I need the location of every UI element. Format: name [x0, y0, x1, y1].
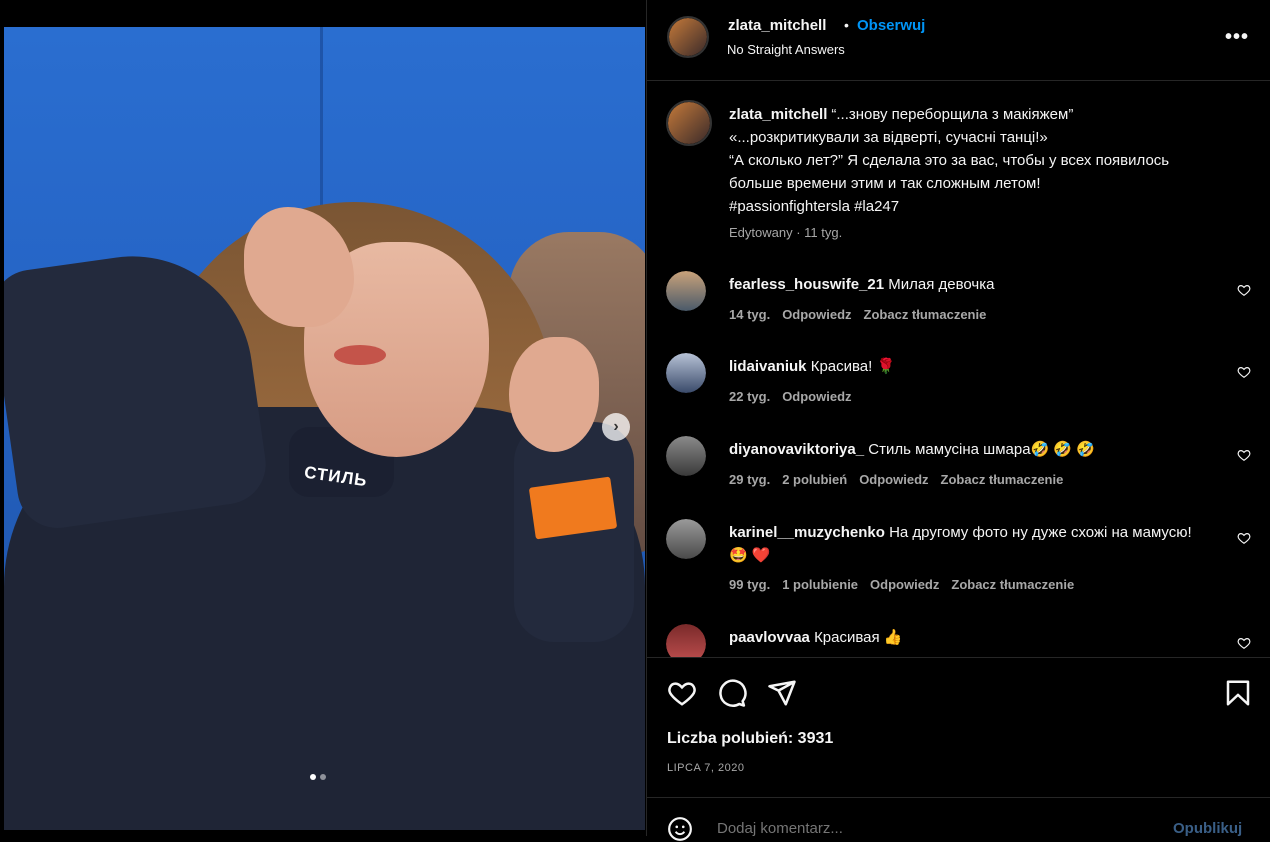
comment-text: Стиль мамусіна шмара🤣 🤣 🤣 — [868, 441, 1095, 458]
comment-avatar[interactable] — [666, 271, 706, 311]
more-icon[interactable]: ••• — [1225, 26, 1249, 49]
comment-username[interactable]: fearless_houswife_21 — [729, 276, 884, 293]
heart-icon[interactable] — [667, 678, 697, 708]
heart-icon[interactable] — [1237, 283, 1251, 297]
post-actions: Liczba polubień: 3931 LIPCA 7, 2020 — [647, 657, 1270, 798]
reply-button[interactable]: Odpowiedz — [859, 472, 928, 487]
comment-time: 14 tyg. — [729, 307, 771, 322]
post-panel: zlata_mitchell • Obserwuj No Straight An… — [646, 0, 1270, 841]
share-icon[interactable] — [767, 678, 797, 708]
carousel-indicator — [310, 774, 326, 780]
comment-username[interactable]: lidaivaniuk — [729, 358, 807, 375]
comment-likes[interactable]: 1 polubienie — [782, 577, 858, 592]
separator-dot: • — [844, 17, 849, 33]
comment-username[interactable]: diyanovaviktoriya_ — [729, 441, 864, 458]
comment-time: 99 tyg. — [729, 577, 771, 592]
comment-avatar[interactable] — [666, 353, 706, 393]
caption-line: «...розкритикували за відверті, сучасні … — [729, 129, 1048, 146]
audio-subtitle[interactable]: No Straight Answers — [727, 42, 845, 57]
caption-line: больше времени этим и так сложным летом! — [729, 175, 1041, 192]
publish-button[interactable]: Opublikuj — [1173, 820, 1242, 837]
translate-button[interactable]: Zobacz tłumaczenie — [864, 307, 987, 322]
comment-text: Красивая 👍 — [814, 629, 903, 646]
comment-username[interactable]: karinel__muzychenko — [729, 524, 885, 541]
comment-text: Красива! 🌹 — [810, 358, 896, 375]
comment-icon[interactable] — [717, 678, 747, 708]
post-header: zlata_mitchell • Obserwuj No Straight An… — [647, 0, 1270, 81]
comment-input[interactable] — [717, 820, 1117, 837]
reply-button[interactable]: Odpowiedz — [870, 577, 939, 592]
post-date: LIPCA 7, 2020 — [667, 762, 745, 774]
lips-shape — [334, 345, 386, 365]
caption-line: “А сколько лет?” Я сделала это за вас, ч… — [729, 152, 1170, 169]
comment-avatar[interactable] — [666, 519, 706, 559]
carousel-next-button[interactable]: › — [602, 413, 630, 441]
add-comment-bar: Opublikuj — [647, 797, 1270, 841]
caption-avatar[interactable] — [666, 100, 712, 146]
comment-likes[interactable]: 2 polubień — [782, 472, 847, 487]
heart-icon[interactable] — [1237, 365, 1251, 379]
comment-time: 29 tyg. — [729, 472, 771, 487]
caption-username[interactable]: zlata_mitchell — [729, 106, 827, 123]
translate-button[interactable]: Zobacz tłumaczenie — [951, 577, 1074, 592]
chevron-right-icon: › — [613, 418, 619, 435]
author-avatar[interactable] — [667, 16, 709, 58]
emoji-icon[interactable] — [667, 816, 693, 842]
heart-icon[interactable] — [1237, 636, 1251, 650]
carousel-dot — [320, 774, 326, 780]
comment-avatar[interactable] — [666, 624, 706, 657]
translate-button[interactable]: Zobacz tłumaczenie — [941, 472, 1064, 487]
follow-button[interactable]: Obserwuj — [857, 17, 925, 34]
carousel-dot — [310, 774, 316, 780]
reply-button[interactable]: Odpowiedz — [782, 389, 851, 404]
comment-avatar[interactable] — [666, 436, 706, 476]
comment-username[interactable]: paavlovvaa — [729, 629, 810, 646]
comments-list[interactable]: zlata_mitchell “...знову переборщила з ма… — [647, 81, 1270, 657]
post-image[interactable]: СТИЛЬ › — [4, 27, 645, 830]
caption-meta: Edytowany · 11 tyg. — [729, 225, 843, 240]
right-hand-shape — [509, 337, 599, 452]
caption-line: “...знову переборщила з макіяжем” — [831, 106, 1074, 123]
likes-count[interactable]: Liczba polubień: 3931 — [667, 730, 833, 748]
comment-text: Милая девочка — [888, 276, 995, 293]
caption-hashtags[interactable]: #passionfightersla #la247 — [729, 198, 899, 215]
reply-button[interactable]: Odpowiedz — [782, 307, 851, 322]
heart-icon[interactable] — [1237, 531, 1251, 545]
bookmark-icon[interactable] — [1223, 678, 1253, 708]
comment-time: 22 tyg. — [729, 389, 771, 404]
heart-icon[interactable] — [1237, 448, 1251, 462]
post-caption: zlata_mitchell “...знову переборщила з ма… — [729, 103, 1239, 218]
author-username[interactable]: zlata_mitchell — [728, 17, 826, 34]
